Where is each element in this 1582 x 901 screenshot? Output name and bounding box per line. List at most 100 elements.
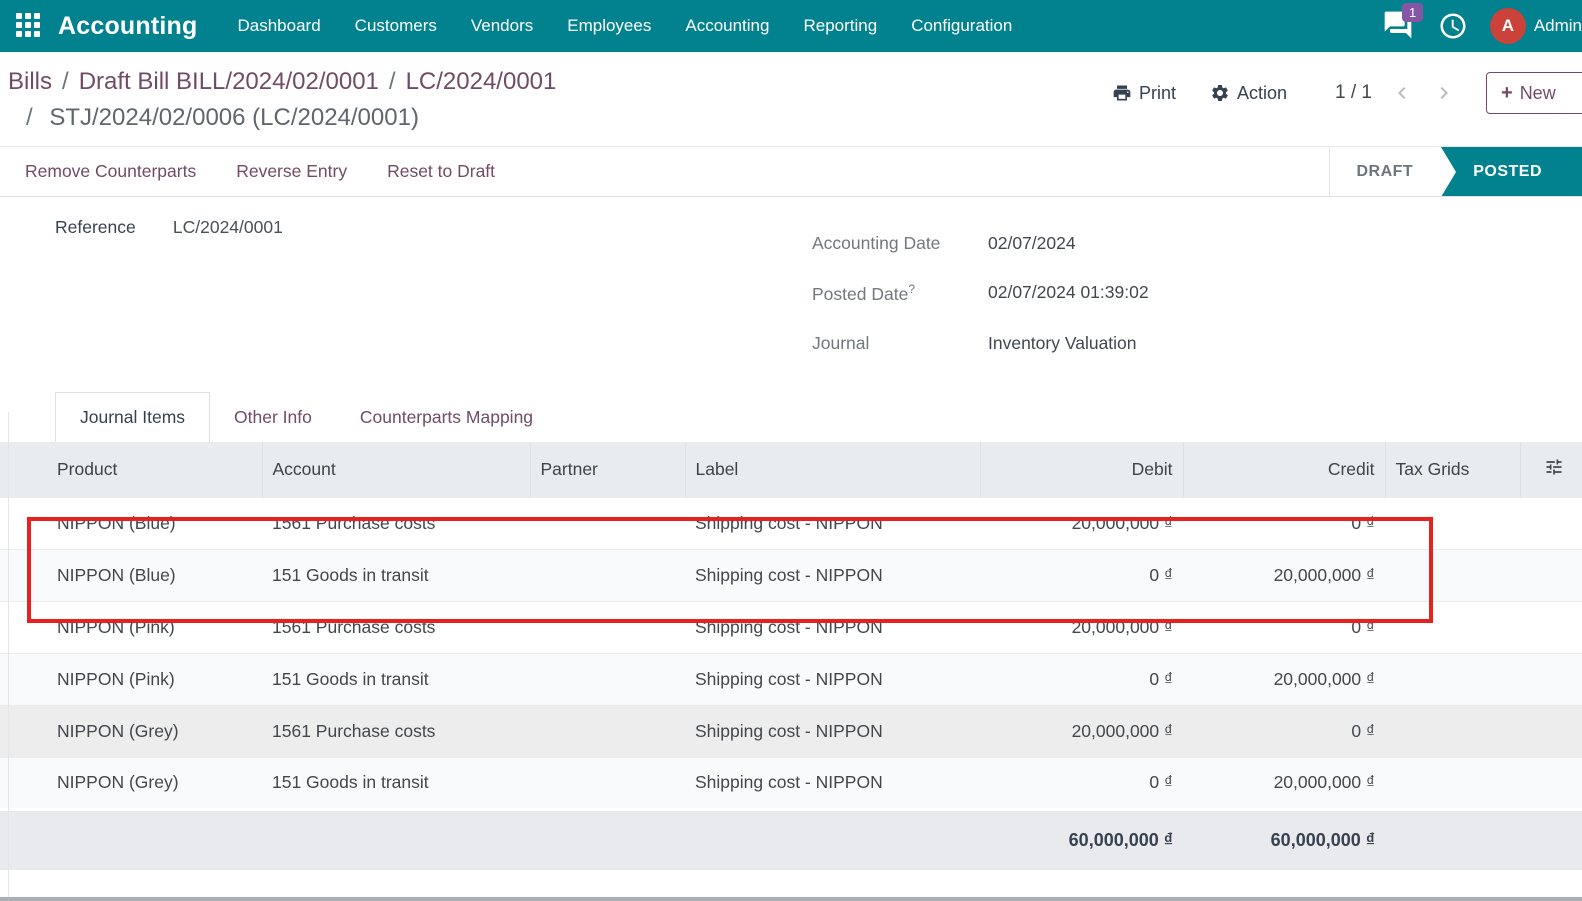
- cell-credit: 0 ₫: [1183, 704, 1385, 757]
- column-settings-icon: [1546, 459, 1562, 475]
- cell-actions: [1520, 756, 1582, 809]
- total-credit: 60,000,000 ₫: [1183, 807, 1385, 870]
- journal-label: Journal: [812, 332, 870, 353]
- cell-debit: 20,000,000 ₫: [980, 704, 1183, 757]
- breadcrumb-bar: Bills / Draft Bill BILL/2024/02/0001 / LC/20…: [0, 52, 1582, 146]
- journal-item-row[interactable]: NIPPON (Pink) 1561 Purchase costs Shipping…: [0, 600, 1582, 653]
- tab-journal-items[interactable]: Journal Items: [55, 392, 211, 442]
- apps-grid-icon[interactable]: [16, 13, 42, 39]
- avatar: A: [1490, 8, 1526, 44]
- nav-menu-dashboard[interactable]: Dashboard: [238, 16, 321, 36]
- column-header-credit[interactable]: Credit: [1183, 442, 1386, 497]
- column-header-partner[interactable]: Partner: [530, 442, 686, 497]
- journal-item-row[interactable]: NIPPON (Grey) 1561 Purchase costs Shipping…: [0, 704, 1582, 757]
- top-navbar: Accounting Dashboard Customers Vendors Empl…: [0, 0, 1582, 52]
- journal-value[interactable]: Inventory Valuation: [988, 333, 1137, 354]
- cell-debit: 0 ₫: [980, 652, 1183, 705]
- accounting-date-value[interactable]: 02/07/2024: [988, 233, 1076, 254]
- cell-credit: 0 ₫: [1183, 496, 1385, 549]
- user-name: Admin: [1533, 16, 1582, 35]
- status-draft[interactable]: DRAFT: [1330, 147, 1442, 196]
- journal-item-row[interactable]: NIPPON (Grey) 151 Goods in transit Shippin…: [0, 756, 1582, 809]
- table-body: NIPPON (Blue) 1561 Purchase costs Shipping…: [0, 496, 1582, 809]
- nav-menu-configuration[interactable]: Configuration: [911, 16, 1012, 36]
- action-button[interactable]: Action: [1210, 83, 1287, 104]
- accounting-date-label: Accounting Date: [812, 233, 941, 253]
- status-posted-label: POSTED: [1473, 162, 1542, 180]
- column-header-account[interactable]: Account: [262, 442, 531, 497]
- cell-account: 151 Goods in transit: [262, 548, 530, 601]
- journal-item-row[interactable]: NIPPON (Blue) 1561 Purchase costs Shipping…: [0, 496, 1582, 549]
- breadcrumb-link-lc-2024-0001[interactable]: LC/2024/0001: [406, 68, 557, 95]
- breadcrumb-separator: /: [388, 68, 396, 95]
- cell-tax-grids: [1385, 652, 1520, 705]
- cell-account: 151 Goods in transit: [262, 652, 530, 705]
- journal-items-table: Product Account Partner Label Debit Credit Tax…: [0, 442, 1582, 870]
- tab-other-info[interactable]: Other Info: [210, 392, 336, 442]
- pager: 1 / 1: [1335, 82, 1372, 103]
- cell-partner: [530, 704, 685, 757]
- totals-spacer-right: [1385, 807, 1582, 870]
- print-button[interactable]: Print: [1112, 83, 1176, 104]
- nav-menu-reporting[interactable]: Reporting: [803, 16, 877, 36]
- journal-item-row[interactable]: NIPPON (Pink) 151 Goods in transit Shippin…: [0, 652, 1582, 705]
- cell-partner: [530, 496, 685, 549]
- column-header-product[interactable]: Product: [0, 442, 263, 497]
- status-posted: POSTED: [1441, 147, 1582, 197]
- reset-to-draft-button[interactable]: Reset to Draft: [387, 161, 495, 182]
- new-button-label: New: [1519, 82, 1556, 103]
- column-header-tax-grids[interactable]: Tax Grids: [1385, 442, 1521, 497]
- statusbar: DRAFT POSTED: [1329, 147, 1582, 197]
- column-header-debit[interactable]: Debit: [980, 442, 1184, 497]
- cell-account: 1561 Purchase costs: [262, 704, 530, 757]
- remove-counterparts-button[interactable]: Remove Counterparts: [25, 161, 196, 182]
- nav-menu-accounting[interactable]: Accounting: [685, 16, 769, 36]
- reverse-entry-button[interactable]: Reverse Entry: [236, 161, 347, 182]
- pager-previous-button[interactable]: [1390, 81, 1414, 105]
- cell-tax-grids: [1385, 756, 1520, 809]
- column-header-label[interactable]: Label: [685, 442, 981, 497]
- cell-debit: 0 ₫: [980, 756, 1183, 809]
- breadcrumb-link-bills[interactable]: Bills: [8, 68, 52, 95]
- app-title[interactable]: Accounting: [58, 12, 198, 41]
- cell-partner: [530, 548, 685, 601]
- nav-menu-customers[interactable]: Customers: [355, 16, 437, 36]
- message-count-badge: 1: [1402, 3, 1424, 22]
- cell-actions: [1520, 652, 1582, 705]
- chevron-left-icon: [1398, 87, 1406, 99]
- cell-actions: [1520, 548, 1582, 601]
- messages-button[interactable]: 1: [1382, 3, 1424, 43]
- total-debit: 60,000,000 ₫: [980, 807, 1183, 870]
- nav-menu-employees[interactable]: Employees: [567, 16, 651, 36]
- cell-partner: [530, 756, 685, 809]
- cell-account: 1561 Purchase costs: [262, 600, 530, 653]
- user-menu[interactable]: A Admin: [1490, 8, 1582, 44]
- cell-product: NIPPON (Blue): [0, 548, 262, 601]
- breadcrumb-separator: /: [26, 104, 33, 131]
- nav-right-icons: 1 A Admin: [1382, 3, 1582, 44]
- activities-clock-icon[interactable]: [1438, 11, 1468, 41]
- posted-date-value[interactable]: 02/07/2024 01:39:02: [988, 282, 1149, 305]
- cell-credit: 20,000,000 ₫: [1183, 652, 1385, 705]
- optional-columns-button[interactable]: [1520, 442, 1582, 497]
- posted-date-field: Posted Date? 02/07/2024 01:39:02: [812, 282, 1149, 305]
- tab-counterparts-mapping[interactable]: Counterparts Mapping: [336, 392, 557, 442]
- notebook-tabs: Journal Items Other Info Counterparts Mapp…: [55, 392, 1582, 442]
- cell-product: NIPPON (Grey): [0, 756, 262, 809]
- reference-value[interactable]: LC/2024/0001: [173, 217, 283, 237]
- breadcrumb-link-draft-bill-bill-2024-02-0001[interactable]: Draft Bill BILL/2024/02/0001: [79, 68, 379, 95]
- new-button[interactable]: New: [1486, 72, 1582, 114]
- cell-credit: 20,000,000 ₫: [1183, 756, 1385, 809]
- printer-icon: [1113, 85, 1131, 101]
- cell-product: NIPPON (Pink): [0, 600, 262, 653]
- status-arrow-notch: [1441, 147, 1457, 197]
- bottom-scrollbar[interactable]: [0, 897, 1582, 901]
- nav-menu-vendors[interactable]: Vendors: [471, 16, 533, 36]
- journal-item-row[interactable]: NIPPON (Blue) 151 Goods in transit Shippin…: [0, 548, 1582, 601]
- cell-partner: [530, 600, 685, 653]
- form-right-column: Accounting Date 02/07/2024 Posted Date? …: [812, 233, 1149, 382]
- pager-next-button[interactable]: [1432, 81, 1456, 105]
- accounting-date-field: Accounting Date 02/07/2024: [812, 233, 1149, 254]
- help-hint: ?: [908, 282, 915, 296]
- cell-debit: 20,000,000 ₫: [980, 600, 1183, 653]
